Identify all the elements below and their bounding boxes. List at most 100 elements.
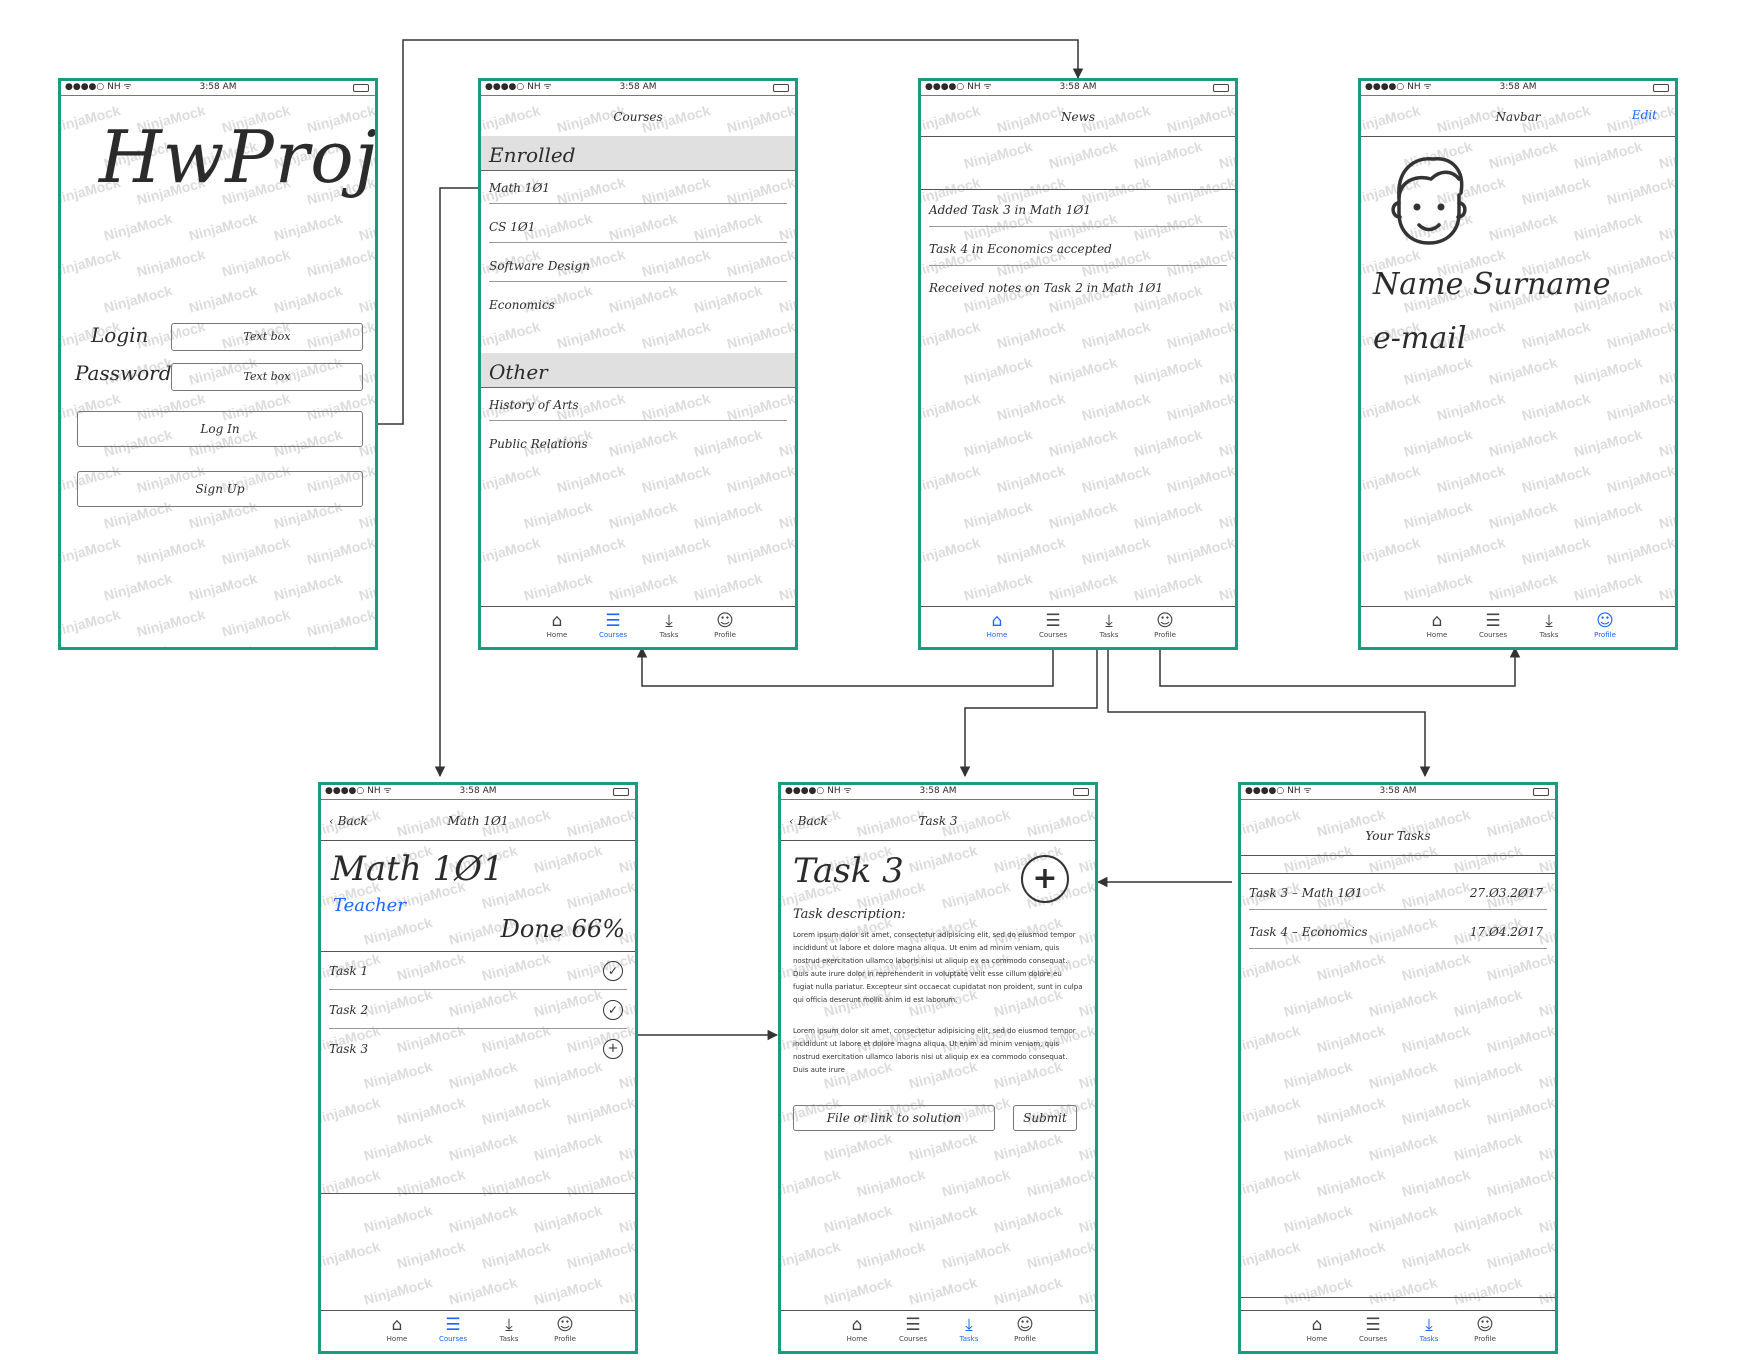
tab-tasks[interactable]: ⤓ Tasks: [1089, 611, 1129, 639]
tab-home[interactable]: ⌂ Home: [1297, 1315, 1337, 1343]
tab-label: Profile: [1154, 631, 1176, 639]
avatar-icon: [1391, 157, 1467, 245]
tab-profile[interactable]: ☺ Profile: [545, 1315, 585, 1343]
tab-courses[interactable]: ☰ Courses: [1353, 1315, 1393, 1343]
news-item[interactable]: Added Task 3 in Math 1Ø1: [929, 194, 1227, 227]
tab-home[interactable]: ⌂ Home: [537, 611, 577, 639]
tab-label: Home: [386, 1335, 408, 1343]
news-item[interactable]: Received notes on Task 2 in Math 1Ø1: [929, 272, 1227, 304]
tasks-divider: [321, 951, 635, 952]
login-field[interactable]: Text box: [171, 323, 363, 351]
tab-home[interactable]: ⌂ Home: [377, 1315, 417, 1343]
tab-courses[interactable]: ☰ Courses: [593, 611, 633, 639]
tab-label: Home: [1306, 1335, 1328, 1343]
home-icon: ⌂: [1431, 611, 1443, 631]
enrolled-header: Enrolled: [481, 136, 795, 171]
news-item[interactable]: Task 4 in Economics accepted: [929, 233, 1227, 266]
list-icon: ☰: [445, 1315, 461, 1335]
description-label: Task description:: [793, 907, 906, 922]
task-date: 17.Ø4.2Ø17: [1469, 925, 1543, 939]
user-name: Name Surname: [1373, 267, 1611, 302]
profile-icon: ☺: [556, 1315, 574, 1335]
tab-label: Home: [986, 631, 1008, 639]
home-icon: ⌂: [1311, 1315, 1323, 1335]
task-row[interactable]: Task 1 ✓: [329, 953, 627, 990]
tab-courses[interactable]: ☰ Courses: [433, 1315, 473, 1343]
home-icon: ⌂: [391, 1315, 403, 1335]
tab-home[interactable]: ⌂ Home: [977, 611, 1017, 639]
tab-bar: ⌂ Home ☰ Courses ⤓ Tasks ☺ Profile: [321, 1310, 635, 1351]
other-header: Other: [481, 353, 795, 388]
inbox-icon: ⤓: [665, 611, 673, 631]
task-label: Task 1: [329, 964, 369, 978]
tab-profile[interactable]: ☺ Profile: [705, 611, 745, 639]
list-bottom-divider: [321, 1193, 635, 1194]
tab-tasks[interactable]: ⤓ Tasks: [1409, 1315, 1449, 1343]
news-divider: [921, 189, 1235, 190]
course-item[interactable]: Software Design: [489, 251, 787, 282]
list-bottom-divider: [1241, 1297, 1555, 1298]
tab-home[interactable]: ⌂ Home: [1417, 611, 1457, 639]
tab-label: Profile: [1594, 631, 1616, 639]
task-deadline-row[interactable]: Task 4 – Economics 17.Ø4.2Ø17: [1249, 916, 1547, 949]
tab-courses[interactable]: ☰ Courses: [1473, 611, 1513, 639]
course-item[interactable]: Public Relations: [489, 429, 787, 459]
tab-label: Courses: [438, 1335, 468, 1343]
tab-profile[interactable]: ☺ Profile: [1585, 611, 1625, 639]
home-icon: ⌂: [991, 611, 1003, 631]
tab-bar: ⌂ Home ☰ Courses ⤓ Tasks ☺ Profile: [921, 606, 1235, 647]
tab-courses[interactable]: ☰ Courses: [1033, 611, 1073, 639]
news-screen: NinjaMock NinjaMock NinjaMock NinjaMock Ninj…: [918, 78, 1238, 650]
connector-news-profile-to-profile: [1159, 646, 1521, 687]
task-row[interactable]: Task 3 +: [329, 1031, 627, 1067]
tab-profile[interactable]: ☺ Profile: [1465, 1315, 1505, 1343]
teacher-link[interactable]: Teacher: [333, 895, 406, 916]
list-icon: ☰: [1045, 611, 1061, 631]
connector-news-tasks-to-yourtasks: [1107, 642, 1431, 778]
course-item[interactable]: History of Arts: [489, 390, 787, 421]
inbox-icon: ⤓: [965, 1315, 973, 1335]
inbox-icon: ⤓: [1545, 611, 1553, 631]
tab-tasks[interactable]: ⤓ Tasks: [649, 611, 689, 639]
connector-courses-to-detail: [434, 187, 478, 778]
your-tasks-screen: NinjaMock NinjaMock NinjaMock NinjaMock Ninj…: [1238, 782, 1558, 1354]
tab-home[interactable]: ⌂ Home: [837, 1315, 877, 1343]
add-solution-icon[interactable]: +: [1021, 855, 1069, 903]
course-item[interactable]: Math 1Ø1: [489, 173, 787, 204]
inbox-icon: ⤓: [1105, 611, 1113, 631]
submit-button[interactable]: Submit: [1013, 1105, 1077, 1131]
signup-button[interactable]: Sign Up: [77, 471, 363, 507]
tab-courses[interactable]: ☰ Courses: [893, 1315, 933, 1343]
tab-profile[interactable]: ☺ Profile: [1145, 611, 1185, 639]
tab-tasks[interactable]: ⤓ Tasks: [489, 1315, 529, 1343]
profile-icon: ☺: [1596, 611, 1614, 631]
login-button[interactable]: Log In: [77, 411, 363, 447]
tab-label: Profile: [714, 631, 736, 639]
tab-label: Courses: [598, 631, 628, 639]
profile-icon: ☺: [1476, 1315, 1494, 1335]
course-item[interactable]: Economics: [489, 290, 787, 320]
solution-input[interactable]: File or link to solution: [793, 1105, 995, 1131]
profile-icon: ☺: [1016, 1315, 1034, 1335]
tab-label: Tasks: [959, 1335, 979, 1343]
checkmark-icon: ✓: [603, 1000, 623, 1020]
task-deadline-row[interactable]: Task 3 – Math 1Ø1 27.Ø3.2Ø17: [1249, 877, 1547, 910]
tasks-divider: [1241, 873, 1555, 874]
tab-label: Tasks: [1539, 631, 1559, 639]
profile-icon: ☺: [1156, 611, 1174, 631]
task-label: Task 3: [329, 1042, 369, 1056]
password-field[interactable]: Text box: [171, 363, 363, 391]
courses-screen: NinjaMock NinjaMock NinjaMock NinjaMock Ninj…: [478, 78, 798, 650]
list-icon: ☰: [1485, 611, 1501, 631]
tab-label: Courses: [1038, 631, 1068, 639]
task-row[interactable]: Task 2 ✓: [329, 992, 627, 1029]
course-item[interactable]: CS 1Ø1: [489, 212, 787, 243]
connector-news-tasks-to-task: [959, 642, 1098, 778]
password-label: Password: [75, 361, 172, 385]
course-detail-screen: NinjaMock NinjaMock NinjaMock NinjaMock Ninj…: [318, 782, 638, 1354]
tab-bar: ⌂ Home ☰ Courses ⤓ Tasks ☺ Profile: [481, 606, 795, 647]
tab-tasks[interactable]: ⤓ Tasks: [1529, 611, 1569, 639]
tab-profile[interactable]: ☺ Profile: [1005, 1315, 1045, 1343]
tab-tasks[interactable]: ⤓ Tasks: [949, 1315, 989, 1343]
task-heading: Task 3: [793, 851, 904, 891]
